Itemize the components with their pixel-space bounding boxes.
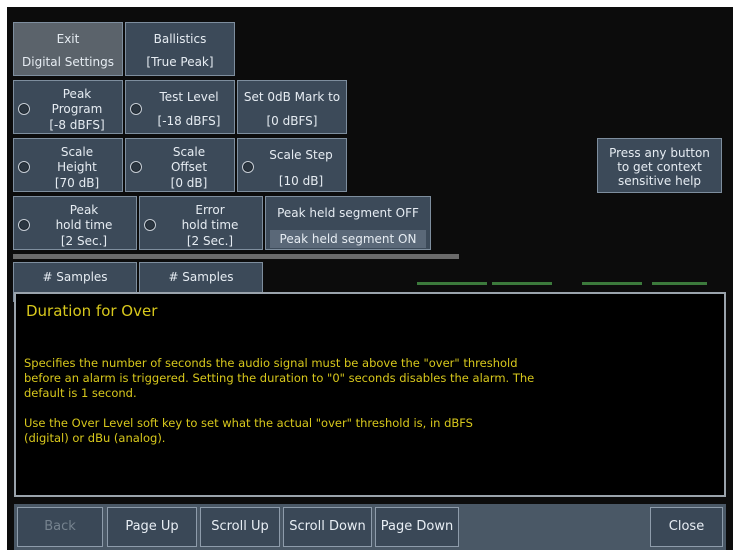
button-line: Ballistics bbox=[153, 32, 207, 46]
button-line: Scale Step bbox=[269, 148, 333, 162]
button-line: Height bbox=[57, 160, 97, 174]
button-line: Press any button bbox=[609, 146, 710, 160]
button-line: Error bbox=[195, 203, 225, 217]
button-value: [2 Sec.] bbox=[186, 234, 234, 248]
button-value: [70 dB] bbox=[54, 176, 100, 190]
context-help-button[interactable]: Press any button to get context sensitiv… bbox=[597, 138, 722, 193]
button-line: Peak bbox=[69, 203, 99, 217]
button-value: [-18 dBFS] bbox=[157, 114, 221, 128]
button-line: Peak bbox=[62, 87, 92, 101]
test-level-button[interactable]: Test Level [-18 dBFS] bbox=[125, 80, 235, 134]
page-up-button[interactable]: Page Up bbox=[107, 507, 197, 547]
close-button[interactable]: Close bbox=[650, 507, 723, 547]
exit-digital-settings-button[interactable]: Exit Digital Settings bbox=[13, 22, 123, 76]
error-hold-time-button[interactable]: Error hold time [2 Sec.] bbox=[139, 196, 263, 250]
meter-segment bbox=[582, 282, 642, 285]
help-panel: Duration for Over Specifies the number o… bbox=[14, 292, 726, 497]
button-line: hold time bbox=[55, 218, 113, 232]
scroll-up-button[interactable]: Scroll Up bbox=[200, 507, 280, 547]
help-paragraph: Use the Over Level soft key to set what … bbox=[24, 416, 473, 445]
button-value: [0 dB] bbox=[170, 176, 208, 190]
button-line: Scale bbox=[60, 145, 94, 159]
button-line: hold time bbox=[181, 218, 239, 232]
button-value: [0 dBFS] bbox=[266, 114, 318, 128]
button-line: Offset bbox=[170, 160, 208, 174]
help-paragraph: Specifies the number of seconds the audi… bbox=[24, 356, 535, 400]
option-peak-held-off[interactable]: Peak held segment OFF bbox=[270, 206, 426, 220]
button-line: Scale bbox=[172, 145, 206, 159]
meter-segment bbox=[417, 282, 487, 285]
menu-scroll-divider bbox=[13, 254, 459, 259]
radio-indicator-icon bbox=[242, 161, 254, 173]
page-down-button[interactable]: Page Down bbox=[375, 507, 459, 547]
button-value: [2 Sec.] bbox=[60, 234, 108, 248]
option-peak-held-on[interactable]: Peak held segment ON bbox=[270, 230, 426, 248]
radio-indicator-icon bbox=[130, 103, 142, 115]
button-line: to get context bbox=[617, 160, 702, 174]
button-line: Exit bbox=[56, 32, 80, 46]
button-line: # Samples bbox=[168, 270, 234, 284]
help-title: Duration for Over bbox=[26, 302, 158, 320]
radio-indicator-icon bbox=[18, 103, 30, 115]
button-value: [True Peak] bbox=[146, 55, 214, 69]
button-line: Set 0dB Mark to bbox=[243, 90, 341, 104]
radio-indicator-icon bbox=[130, 161, 142, 173]
set-0db-mark-button[interactable]: Set 0dB Mark to [0 dBFS] bbox=[237, 80, 347, 134]
meter-segment bbox=[652, 282, 707, 285]
scale-height-button[interactable]: Scale Height [70 dB] bbox=[13, 138, 123, 192]
button-line: Digital Settings bbox=[22, 55, 114, 69]
button-value: [10 dB] bbox=[278, 174, 324, 188]
radio-indicator-icon bbox=[18, 219, 30, 231]
scale-step-button[interactable]: Scale Step [10 dB] bbox=[237, 138, 347, 192]
peak-program-button[interactable]: Peak Program [-8 dBFS] bbox=[13, 80, 123, 134]
radio-indicator-icon bbox=[144, 219, 156, 231]
peak-hold-time-button[interactable]: Peak hold time [2 Sec.] bbox=[13, 196, 137, 250]
button-value: [-8 dBFS] bbox=[49, 118, 105, 132]
button-line: # Samples bbox=[42, 270, 108, 284]
help-body: Specifies the number of seconds the audi… bbox=[24, 356, 584, 461]
ballistics-button[interactable]: Ballistics [True Peak] bbox=[125, 22, 235, 76]
button-line: Test Level bbox=[159, 90, 219, 104]
peak-held-segment-selector[interactable]: Peak held segment OFF Peak held segment … bbox=[265, 196, 431, 250]
scale-offset-button[interactable]: Scale Offset [0 dB] bbox=[125, 138, 235, 192]
button-line: Program bbox=[51, 102, 103, 116]
back-button[interactable]: Back bbox=[17, 507, 103, 547]
device-screen: Exit Digital Settings Ballistics [True P… bbox=[7, 7, 733, 550]
meter-segment bbox=[492, 282, 552, 285]
radio-indicator-icon bbox=[18, 161, 30, 173]
scroll-down-button[interactable]: Scroll Down bbox=[283, 507, 372, 547]
button-line: sensitive help bbox=[617, 174, 702, 188]
help-footer-bar: Back Page Up Scroll Up Scroll Down Page … bbox=[14, 504, 726, 550]
